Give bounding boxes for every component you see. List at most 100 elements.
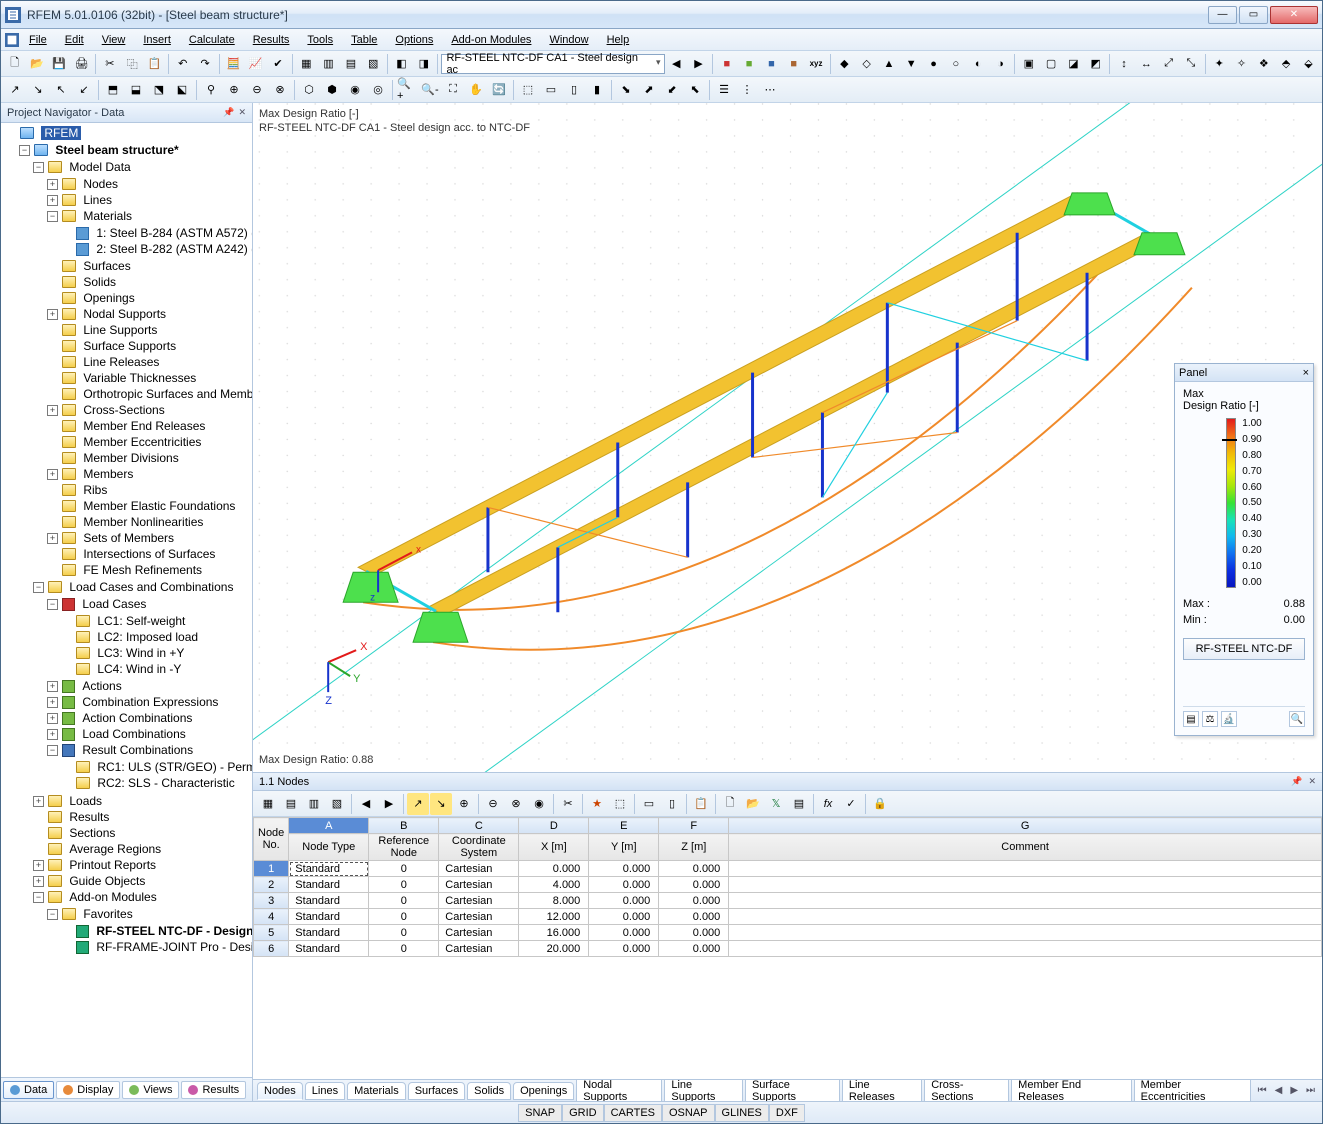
nav-tab-views[interactable]: Views [122,1081,179,1099]
tree-comb-exp[interactable]: + Combination Expressions [47,694,252,710]
tree-nodal-supports[interactable]: + Nodal Supports [47,306,252,322]
tb2-c-icon[interactable]: ↖ [50,79,72,101]
btab-member-end-releases[interactable]: Member End Releases [1011,1079,1131,1101]
btab-line-supports[interactable]: Line Supports [664,1079,743,1101]
tb-r25-icon[interactable]: ⬙ [1298,53,1319,75]
menu-table[interactable]: Table [343,32,385,48]
tree-results[interactable]: Results [33,809,252,825]
tree-member-elastic[interactable]: Member Elastic Foundations [47,498,252,514]
tb2-j-icon[interactable]: ⊕ [223,79,245,101]
tb-save-icon[interactable]: 💾 [49,53,70,75]
gt-q-icon[interactable]: ▯ [661,793,683,815]
btab-nodes[interactable]: Nodes [257,1082,303,1100]
tree-action-comb[interactable]: + Action Combinations [47,710,252,726]
btab-lines[interactable]: Lines [305,1082,345,1100]
table-row[interactable]: 5Standard0Cartesian16.0000.0000.000 [254,925,1322,941]
menu-view[interactable]: View [94,32,134,48]
tb-calc-icon[interactable]: 🧮 [223,53,244,75]
tree-member-div[interactable]: Member Divisions [47,450,252,466]
navigator-close-icon[interactable]: ✕ [238,107,246,118]
tree-material-1[interactable]: 1: Steel B-284 (ASTM A572) ( [61,225,252,241]
menu-help[interactable]: Help [599,32,638,48]
tb-r4-icon[interactable]: ■ [783,53,804,75]
tree-sections[interactable]: Sections [33,825,252,841]
tb-graph-icon[interactable]: 📈 [245,53,266,75]
gt-excel-icon[interactable]: 𝕏 [765,793,787,815]
tb-undo-icon[interactable]: ↶ [172,53,193,75]
btab-openings[interactable]: Openings [513,1082,574,1100]
tree-intersections[interactable]: Intersections of Surfaces [47,546,252,562]
tb-r8-icon[interactable]: ▼ [901,53,922,75]
tree-surface-supports[interactable]: Surface Supports [47,338,252,354]
tree-guide[interactable]: + Guide Objects [33,873,252,889]
btab-cross-sections[interactable]: Cross-Sections [924,1079,1009,1101]
navigator-pin-icon[interactable]: 📌 [223,107,234,118]
tb2-zoom-in-icon[interactable]: 🔍+ [396,79,418,101]
gt-n-icon[interactable]: ★ [586,793,608,815]
gt-fx-icon[interactable]: fx [817,793,839,815]
tb2-f-icon[interactable]: ⬓ [125,79,147,101]
tree-result-comb[interactable]: − Result Combinations [47,742,252,758]
btab-line-releases[interactable]: Line Releases [842,1079,922,1101]
tree-line-supports[interactable]: Line Supports [47,322,252,338]
tb-cut-icon[interactable]: ✂ [99,53,120,75]
table-row[interactable]: 4Standard0Cartesian12.0000.0000.000 [254,909,1322,925]
gt-j-icon[interactable]: ⊖ [482,793,504,815]
tb2-r-icon[interactable]: ▭ [540,79,562,101]
tb-r1-icon[interactable]: ■ [716,53,737,75]
gt-h-icon[interactable]: ↘ [430,793,452,815]
app-menu-icon[interactable] [5,33,19,47]
tree-rc2[interactable]: RC2: SLS - Characteristic [61,775,252,791]
tb-r5-icon[interactable]: ◆ [834,53,855,75]
tb-check-icon[interactable]: ✔ [267,53,288,75]
tree-materials[interactable]: − Materials [47,208,252,224]
btab-next-icon[interactable]: ▶ [1287,1085,1301,1096]
tb-r9-icon[interactable]: ● [923,53,944,75]
tree-lines[interactable]: + Lines [47,192,252,208]
tb2-y-icon[interactable]: ☰ [713,79,735,101]
tb2-g-icon[interactable]: ⬔ [148,79,170,101]
tb2-u-icon[interactable]: ⬊ [615,79,637,101]
tb-display-d-icon[interactable]: ▧ [363,53,384,75]
status-glines[interactable]: GLINES [715,1104,769,1122]
tb2-v-icon[interactable]: ⬈ [638,79,660,101]
tb2-q-icon[interactable]: ⬚ [517,79,539,101]
tree-fav2[interactable]: RF-FRAME-JOINT Pro - Desi [61,939,252,955]
table-row[interactable]: 3Standard0Cartesian8.0000.0000.000 [254,893,1322,909]
gt-f-icon[interactable]: ▶ [378,793,400,815]
tree-fav1[interactable]: RF-STEEL NTC-DF - Design [61,923,252,939]
tb-open-icon[interactable]: 📂 [26,53,47,75]
btab-first-icon[interactable]: ⏮ [1255,1085,1270,1096]
tree-ribs[interactable]: Ribs [47,482,252,498]
tb-r14-icon[interactable]: ▢ [1040,53,1061,75]
status-dxf[interactable]: DXF [769,1104,805,1122]
gt-m-icon[interactable]: ✂ [557,793,579,815]
tb2-aa-icon[interactable]: ⋯ [759,79,781,101]
tree-member-end-rel[interactable]: Member End Releases [47,418,252,434]
gt-v-icon[interactable]: ✓ [840,793,862,815]
tb-r13-icon[interactable]: ▣ [1018,53,1039,75]
navigator-tree[interactable]: RFEM − Steel beam structure* − Model Dat… [1,123,252,1077]
tb2-k-icon[interactable]: ⊖ [246,79,268,101]
menu-tools[interactable]: Tools [299,32,341,48]
menu-window[interactable]: Window [541,32,596,48]
status-snap[interactable]: SNAP [518,1104,562,1122]
tree-project[interactable]: − Steel beam structure* [19,142,252,158]
tb-paste-icon[interactable]: 📋 [144,53,165,75]
tb-res-xyz-icon[interactable]: xyz [805,53,826,75]
tree-cross[interactable]: + Cross-Sections [47,402,252,418]
tree-lc4[interactable]: LC4: Wind in -Y [61,661,198,677]
tree-openings[interactable]: Openings [47,290,252,306]
tb-r16-icon[interactable]: ◩ [1085,53,1106,75]
tb2-e-icon[interactable]: ⬒ [102,79,124,101]
tb-r10-icon[interactable]: ○ [945,53,966,75]
tb-r12-icon[interactable]: ◑ [990,53,1011,75]
tb-display-a-icon[interactable]: ▦ [296,53,317,75]
tree-avg-regions[interactable]: Average Regions [33,841,252,857]
gt-e-icon[interactable]: ◀ [355,793,377,815]
nav-tab-display[interactable]: Display [56,1081,120,1099]
gt-b-icon[interactable]: ▤ [280,793,302,815]
tree-sets-of-members[interactable]: + Sets of Members [47,530,252,546]
gt-s-icon[interactable]: 🗋 [719,793,741,815]
btab-prev-icon[interactable]: ◀ [1272,1085,1286,1096]
